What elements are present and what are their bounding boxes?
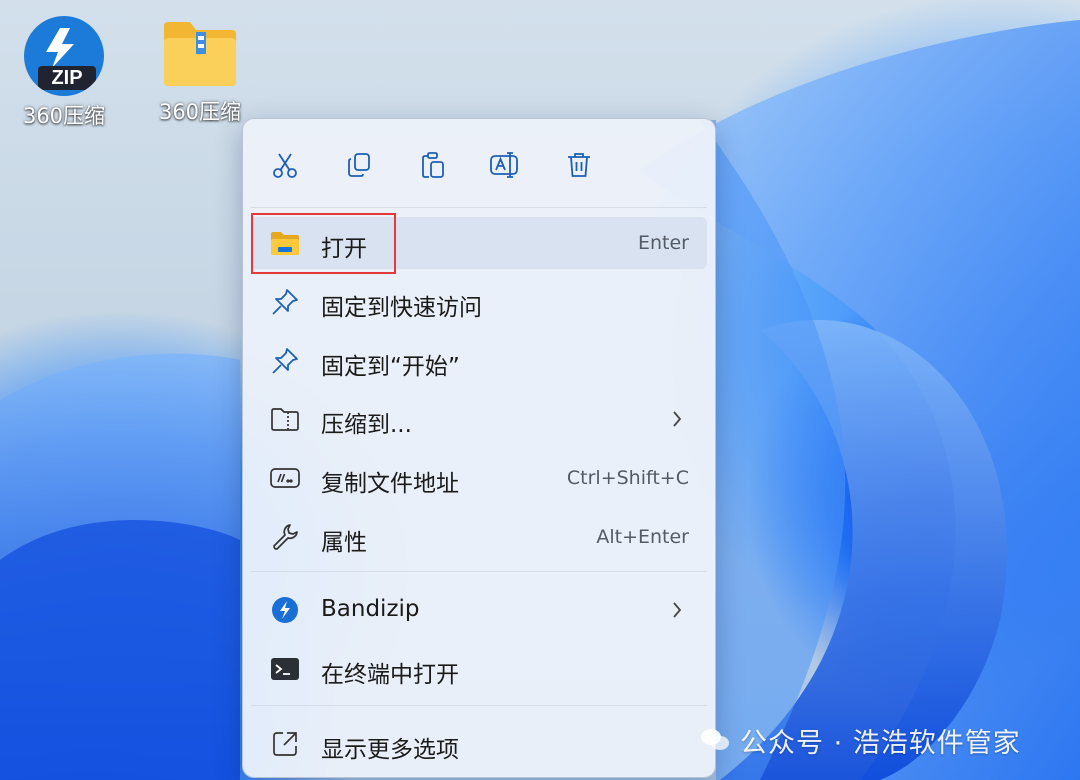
wechat-icon [701, 729, 729, 750]
context-menu-toolbar [243, 119, 715, 207]
wrench-icon [269, 521, 301, 553]
zip-folder-icon [269, 403, 301, 435]
menu-item-copy-path[interactable]: 复制文件地址 Ctrl+Shift+C [251, 452, 707, 504]
zip-app-icon: ZIP [24, 16, 104, 96]
menu-item-label: 打开 [321, 236, 367, 262]
menu-item-label: 属性 [321, 530, 367, 556]
desktop-icon-label: 360压缩 [158, 100, 242, 124]
menu-item-compress-to[interactable]: 压缩到... [251, 393, 707, 445]
menu-item-label: Bandizip [321, 596, 420, 622]
menu-item-open[interactable]: 打开 Enter [251, 217, 707, 269]
menu-item-label: 在终端中打开 [321, 662, 459, 688]
cut-button[interactable] [265, 145, 305, 185]
delete-button[interactable] [559, 145, 599, 185]
menu-item-open-in-terminal[interactable]: 在终端中打开 [251, 643, 707, 695]
menu-separator [251, 571, 707, 572]
bandizip-icon [269, 594, 301, 626]
menu-item-label: 复制文件地址 [321, 471, 459, 497]
menu-item-shortcut: Enter [638, 232, 689, 254]
menu-item-label: 压缩到... [321, 412, 412, 438]
menu-separator [251, 705, 707, 706]
terminal-icon [269, 653, 301, 685]
chevron-right-icon [669, 598, 685, 622]
paste-icon [422, 152, 444, 178]
menu-item-label: 固定到“开始” [321, 354, 460, 380]
watermark-text: 公众号 · 浩浩软件管家 [740, 727, 1021, 759]
scissors-icon [273, 153, 297, 178]
menu-item-pin-quick-access[interactable]: 固定到快速访问 [251, 276, 707, 328]
menu-item-properties[interactable]: 属性 Alt+Enter [251, 511, 707, 563]
rename-icon [490, 152, 518, 178]
folder-icon [164, 22, 236, 86]
copy-icon [348, 153, 370, 177]
path-icon [269, 462, 301, 494]
menu-separator [251, 207, 707, 208]
desktop-icon-360zip-folder[interactable]: 360压缩 [150, 16, 250, 126]
menu-item-label: 固定到快速访问 [321, 295, 482, 321]
menu-item-bandizip[interactable]: Bandizip [251, 584, 707, 636]
watermark: 公众号 · 浩浩软件管家 [700, 718, 1021, 762]
context-menu: 打开 Enter 固定到快速访问 固定到“开始” 压缩到... 复制文件地址 C… [242, 118, 716, 778]
rename-button[interactable] [485, 145, 525, 185]
desktop-icon-label: 360压缩 [22, 104, 106, 128]
menu-item-shortcut: Alt+Enter [596, 526, 689, 548]
menu-item-show-more-options[interactable]: 显示更多选项 [251, 718, 707, 770]
paste-button[interactable] [413, 145, 453, 185]
trash-icon [568, 153, 590, 177]
menu-item-pin-start[interactable]: 固定到“开始” [251, 335, 707, 387]
desktop-icon-360zip[interactable]: ZIP 360压缩 [14, 16, 114, 130]
menu-item-shortcut: Ctrl+Shift+C [566, 467, 689, 489]
chevron-right-icon [669, 407, 685, 431]
copy-button[interactable] [339, 145, 379, 185]
menu-item-label: 显示更多选项 [321, 737, 459, 763]
pin-icon [269, 345, 301, 377]
external-link-icon [269, 728, 301, 760]
folder-icon [269, 227, 301, 259]
pin-icon [269, 286, 301, 318]
